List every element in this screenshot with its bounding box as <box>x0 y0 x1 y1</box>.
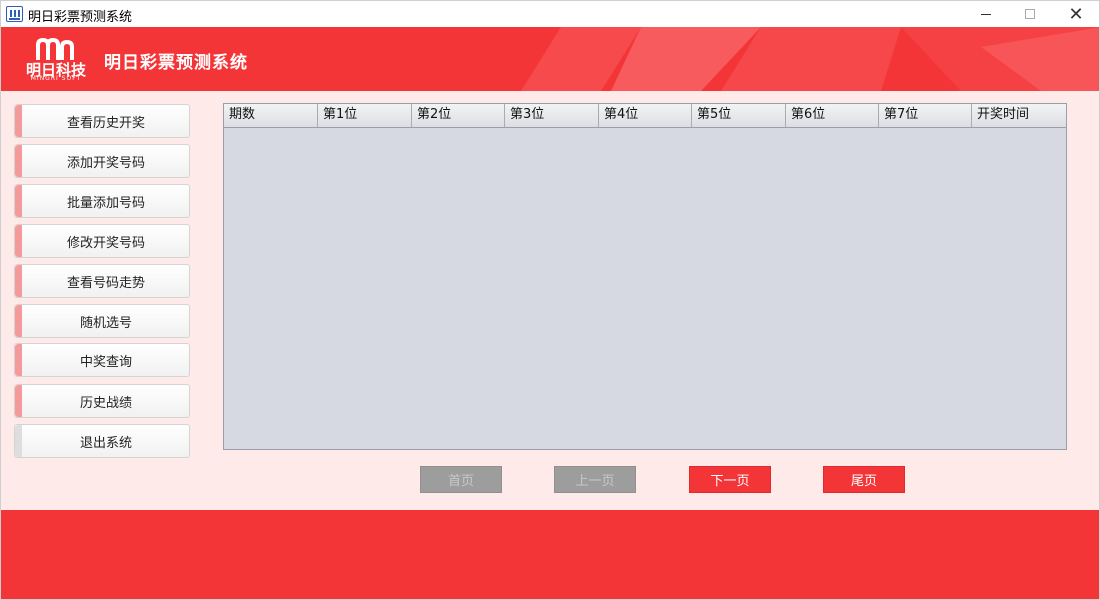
minimize-button[interactable] <box>963 1 1009 27</box>
window-title: 明日彩票预测系统 <box>28 10 133 25</box>
prev-page-button[interactable]: 上一页 <box>554 466 636 493</box>
sidebar-item-label: 查看号码走势 <box>66 275 145 291</box>
logo-mark-icon <box>36 38 74 60</box>
sidebar-item-label: 添加开奖号码 <box>66 155 145 171</box>
sidebar-item-batch-add[interactable]: 批量添加号码 <box>14 184 190 218</box>
sidebar-accent <box>15 105 22 137</box>
sidebar-accent <box>15 225 22 257</box>
sidebar-item-label: 随机选号 <box>79 315 132 331</box>
sidebar-item-label: 修改开奖号码 <box>66 235 145 251</box>
sidebar-item-edit-number[interactable]: 修改开奖号码 <box>14 224 190 258</box>
header-banner: 明日科技 MINGRI SOFT 明日彩票预测系统 <box>1 27 1099 91</box>
maximize-button[interactable] <box>1007 1 1053 27</box>
lottery-table[interactable]: 期数 第1位 第2位 第3位 第4位 第5位 第6位 第7位 开奖时间 <box>223 103 1067 450</box>
sidebar-item-exit[interactable]: 退出系统 <box>14 424 190 458</box>
sidebar-accent <box>15 305 22 337</box>
column-header[interactable]: 期数 <box>224 104 318 127</box>
next-page-button[interactable]: 下一页 <box>689 466 771 493</box>
maximize-icon <box>1025 9 1035 19</box>
sidebar-accent <box>15 344 22 376</box>
app-window: 明日彩票预测系统 ✕ 明日科技 MINGRI SOFT 明日彩票预测系统 查看历… <box>0 0 1100 600</box>
column-header[interactable]: 第5位 <box>692 104 786 127</box>
brand-logo: 明日科技 MINGRI SOFT <box>25 38 87 84</box>
title-bar: 明日彩票预测系统 ✕ <box>1 1 1099 27</box>
column-header[interactable]: 第7位 <box>879 104 972 127</box>
column-header[interactable]: 第6位 <box>786 104 879 127</box>
sidebar-accent <box>15 265 22 297</box>
column-header[interactable]: 第1位 <box>318 104 412 127</box>
footer-band <box>1 510 1099 599</box>
table-header: 期数 第1位 第2位 第3位 第4位 第5位 第6位 第7位 开奖时间 <box>224 104 1066 128</box>
first-page-button[interactable]: 首页 <box>420 466 502 493</box>
close-button[interactable]: ✕ <box>1053 1 1099 27</box>
sidebar-item-add-number[interactable]: 添加开奖号码 <box>14 144 190 178</box>
sidebar-item-history-record[interactable]: 历史战绩 <box>14 384 190 418</box>
column-header[interactable]: 开奖时间 <box>972 104 1066 127</box>
sidebar-item-prize-check[interactable]: 中奖查询 <box>14 343 190 377</box>
last-page-button[interactable]: 尾页 <box>823 466 905 493</box>
column-header[interactable]: 第4位 <box>599 104 692 127</box>
header-title: 明日彩票预测系统 <box>104 53 248 73</box>
sidebar-item-label: 历史战绩 <box>79 395 132 411</box>
sidebar-item-label: 批量添加号码 <box>66 195 145 211</box>
sidebar-item-random-pick[interactable]: 随机选号 <box>14 304 190 338</box>
column-header[interactable]: 第3位 <box>505 104 599 127</box>
sidebar-accent <box>15 185 22 217</box>
column-header[interactable]: 第2位 <box>412 104 505 127</box>
sidebar-item-history[interactable]: 查看历史开奖 <box>14 104 190 138</box>
sidebar-accent <box>15 425 22 457</box>
app-icon <box>6 6 23 22</box>
close-icon: ✕ <box>1068 3 1084 25</box>
minimize-icon <box>981 13 991 15</box>
sidebar-item-trend[interactable]: 查看号码走势 <box>14 264 190 298</box>
logo-subtext: MINGRI SOFT <box>30 75 82 82</box>
sidebar-item-label: 中奖查询 <box>79 354 132 370</box>
sidebar-item-label: 查看历史开奖 <box>66 115 145 131</box>
sidebar-item-label: 退出系统 <box>79 435 132 451</box>
sidebar-accent <box>15 385 22 417</box>
sidebar-accent <box>15 145 22 177</box>
